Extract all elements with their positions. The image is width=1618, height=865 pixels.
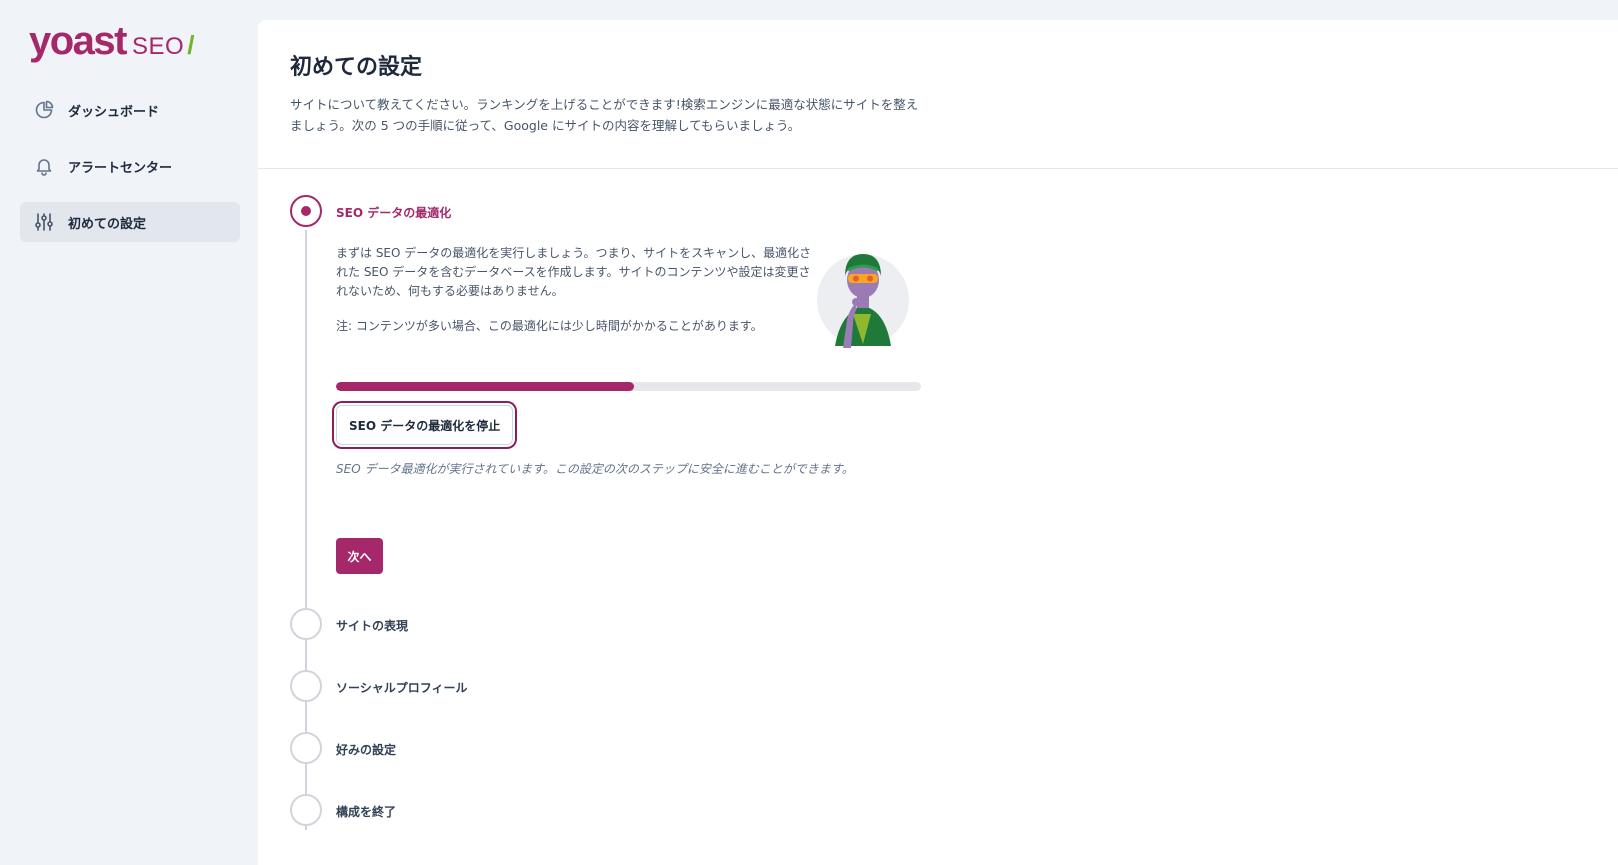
optimization-progress-bar [336,382,921,391]
step-indicator-finish[interactable] [290,794,322,826]
sidebar-item-label: アラートセンター [68,160,173,176]
sidebar-item-alert-center[interactable]: アラートセンター [20,146,240,186]
sidebar-item-label: ダッシュボード [68,104,160,120]
optimization-progress-fill [336,382,635,391]
step-indicator-social-profiles[interactable] [290,670,322,702]
logo-brand: yoast [29,19,128,63]
step-title-finish[interactable]: 構成を終了 [336,803,396,820]
sliders-icon [34,212,54,232]
person-illustration [813,240,913,350]
main-panel: 初めての設定 サイトについて教えてください。ランキングを上げることができます!検… [258,20,1618,865]
sidebar: yoast SEO / ダッシュボード アラートセンター 初めての設定 [0,0,258,865]
pie-chart-icon [34,100,54,120]
bell-icon [34,156,54,176]
stop-optimization-button[interactable]: SEO データの最適化を停止 [336,405,514,445]
sidebar-item-first-time-config[interactable]: 初めての設定 [20,202,240,242]
logo-slash: / [187,30,195,60]
logo-product: SEO [132,33,185,60]
sidebar-nav: ダッシュボード アラートセンター 初めての設定 [20,90,240,258]
optimization-description: まずは SEO データの最適化を実行しましょう。つまり、サイトをスキャンし、最適… [336,246,812,298]
page-title: 初めての設定 [290,55,423,80]
page-header: 初めての設定 サイトについて教えてください。ランキングを上げることができます!検… [258,20,1618,169]
sidebar-item-label: 初めての設定 [68,216,147,232]
step-indicator-preferences[interactable] [290,732,322,764]
step-title-preferences[interactable]: 好みの設定 [336,741,396,758]
step-indicator-site-representation[interactable] [290,608,322,640]
step-indicator-seo-data [290,195,322,227]
next-button[interactable]: 次へ [336,538,383,574]
yoast-seo-logo[interactable]: yoast SEO / [29,18,194,64]
page-description: サイトについて教えてください。ランキングを上げることができます!検索エンジンに最… [290,97,919,133]
step-title-social-profiles[interactable]: ソーシャルプロフィール [336,679,468,696]
step-title-seo-data: SEO データの最適化 [336,206,452,220]
step-title-site-representation[interactable]: サイトの表現 [336,617,408,634]
sidebar-item-dashboard[interactable]: ダッシュボード [20,90,240,130]
optimization-status-text: SEO データ最適化が実行されています。この設定の次のステップに安全に進むことが… [336,462,854,476]
